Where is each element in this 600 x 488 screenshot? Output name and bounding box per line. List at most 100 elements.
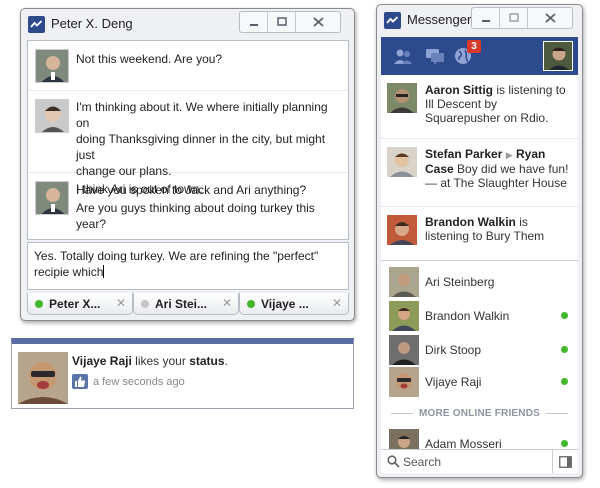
- message-text: I'm thinking about it. We where initiall…: [76, 100, 328, 130]
- message-input[interactable]: Yes. Totally doing turkey. We are refini…: [27, 242, 349, 290]
- friend-name: Vijaye Raji: [425, 375, 482, 389]
- chat-tab[interactable]: Vijaye ... ✕: [239, 293, 349, 315]
- avatar[interactable]: [387, 215, 417, 245]
- message-text: doing Thanksgiving dinner in the city, b…: [76, 132, 326, 162]
- chat-tab[interactable]: Ari Stei... ✕: [133, 293, 239, 315]
- maximize-icon: [508, 13, 519, 22]
- notification-object[interactable]: status: [189, 354, 224, 368]
- text-caret: [103, 265, 105, 278]
- notification-verb: likes your: [135, 354, 186, 368]
- message-text: Not this weekend. Are you?: [76, 52, 223, 66]
- notification-punctuation: .: [224, 354, 228, 368]
- messenger-window: Messenger 3 Aaron Sittig is listening to…: [376, 4, 583, 478]
- ticker-story-text: Brandon Walkin is listening to Bury Them: [425, 215, 574, 243]
- minimize-icon: [481, 20, 490, 22]
- notification-count-badge: 3: [467, 40, 481, 53]
- ticker-story[interactable]: Stefan Parker ▶ Ryan Case Boy did we hav…: [381, 139, 578, 207]
- online-status-dot: [35, 299, 43, 308]
- close-icon: [312, 17, 324, 27]
- avatar: [389, 335, 419, 365]
- friend-list-item[interactable]: Brandon Walkin: [381, 301, 578, 331]
- ticker-story[interactable]: Aaron Sittig is listening to Ill Descent…: [381, 75, 578, 139]
- notification-toast[interactable]: Vijaye Raji likes your status. a few sec…: [11, 338, 354, 409]
- maximize-button[interactable]: [268, 12, 296, 32]
- avatar: [389, 267, 419, 297]
- arrow-right-icon: ▶: [505, 150, 513, 160]
- close-tab-icon[interactable]: ✕: [116, 296, 126, 310]
- minimize-icon: [249, 24, 258, 26]
- close-button[interactable]: [296, 12, 340, 32]
- avatar[interactable]: [387, 83, 417, 113]
- avatar[interactable]: [387, 147, 417, 177]
- close-button[interactable]: [528, 8, 572, 28]
- ticker-story-actor[interactable]: Stefan Parker: [425, 147, 502, 161]
- profile-avatar[interactable]: [543, 41, 573, 71]
- chat-tab-bar: Peter X... ✕ Ari Stei... ✕ Vijaye ... ✕: [27, 293, 349, 315]
- friend-name: Brandon Walkin: [425, 309, 510, 323]
- online-status-dot: [247, 299, 255, 308]
- ticker-story-actor[interactable]: Aaron Sittig: [425, 83, 493, 97]
- messages-icon[interactable]: [425, 47, 445, 65]
- search-input[interactable]: Search: [403, 455, 441, 469]
- messenger-toolbar: 3: [381, 37, 578, 75]
- ticker-story-text: Stefan Parker ▶ Ryan Case Boy did we hav…: [425, 147, 574, 190]
- compose-text: Yes. Totally doing turkey. We are refini…: [34, 249, 319, 279]
- chat-tab[interactable]: Peter X... ✕: [27, 293, 133, 315]
- notification-actor[interactable]: Vijaye Raji: [72, 354, 132, 368]
- ticker-story-actor[interactable]: Brandon Walkin: [425, 215, 516, 229]
- message-text: I think Ari is out of town.: [76, 182, 203, 196]
- more-online-friends-header: MORE ONLINE FRIENDS: [381, 405, 578, 421]
- close-icon: [544, 13, 556, 23]
- friend-search-bar[interactable]: Search: [381, 449, 578, 473]
- messenger-app-icon: [28, 16, 45, 33]
- friend-list-item[interactable]: Dirk Stoop: [381, 335, 578, 365]
- online-status-dot: [561, 378, 568, 385]
- dock-sidebar-button[interactable]: [552, 450, 578, 473]
- ticker-story-text: Aaron Sittig is listening to Ill Descent…: [425, 83, 574, 125]
- more-online-friends-label: MORE ONLINE FRIENDS: [418, 407, 541, 419]
- chat-tab-label: Vijaye ...: [261, 296, 309, 311]
- minimize-button[interactable]: [240, 12, 268, 32]
- friend-name: Ari Steinberg: [425, 275, 495, 289]
- friend-list-item[interactable]: Vijaye Raji: [381, 367, 578, 397]
- online-friends-list[interactable]: Ari Steinberg Brandon Walkin Dirk Stoop …: [381, 261, 578, 449]
- friend-requests-icon[interactable]: [393, 47, 413, 65]
- window-controls: [239, 11, 341, 33]
- avatar[interactable]: [35, 181, 69, 215]
- thumbs-up-icon: [72, 374, 88, 389]
- chat-message: Not this weekend. Are you?: [28, 41, 348, 91]
- search-icon: [387, 455, 400, 468]
- minimize-button[interactable]: [472, 8, 500, 28]
- friend-list-item[interactable]: Adam Mosseri: [381, 429, 578, 449]
- ticker-story[interactable]: Brandon Walkin is listening to Bury Them: [381, 207, 578, 260]
- maximize-button[interactable]: [500, 8, 528, 28]
- conversation-history[interactable]: Not this weekend. Are you? I'm thinking …: [27, 40, 349, 240]
- avatar[interactable]: [35, 49, 69, 83]
- avatar: [18, 352, 68, 404]
- online-status-dot: [561, 346, 568, 353]
- online-status-dot: [561, 440, 568, 447]
- notification-timestamp: a few seconds ago: [93, 376, 185, 388]
- avatar: [389, 301, 419, 331]
- chat-title: Peter X. Deng: [51, 16, 133, 31]
- message-text: Are you guys thinking about doing turkey…: [76, 201, 315, 231]
- close-tab-icon[interactable]: ✕: [222, 296, 232, 310]
- friend-name: Dirk Stoop: [425, 343, 482, 357]
- chat-message: I'm thinking about it. We where initiall…: [28, 91, 348, 197]
- messenger-app-icon: [384, 12, 401, 29]
- friend-list-item[interactable]: Ari Steinberg: [381, 267, 578, 297]
- notification-text: Vijaye Raji likes your status.: [72, 354, 228, 368]
- chat-tab-label: Ari Stei...: [155, 296, 208, 311]
- friend-name: Adam Mosseri: [425, 437, 502, 449]
- chat-tab-label: Peter X...: [49, 296, 101, 311]
- chat-titlebar[interactable]: Peter X. Deng: [21, 9, 354, 39]
- avatar[interactable]: [35, 99, 69, 133]
- chat-message: I think Ari is out of town. Are you guys…: [28, 173, 348, 241]
- avatar: [389, 367, 419, 397]
- close-tab-icon[interactable]: ✕: [332, 296, 342, 310]
- ticker-feed[interactable]: Aaron Sittig is listening to Ill Descent…: [381, 75, 578, 261]
- window-controls: [471, 7, 573, 29]
- idle-status-dot: [141, 299, 149, 308]
- maximize-icon: [276, 17, 287, 26]
- messenger-titlebar[interactable]: Messenger: [377, 5, 582, 35]
